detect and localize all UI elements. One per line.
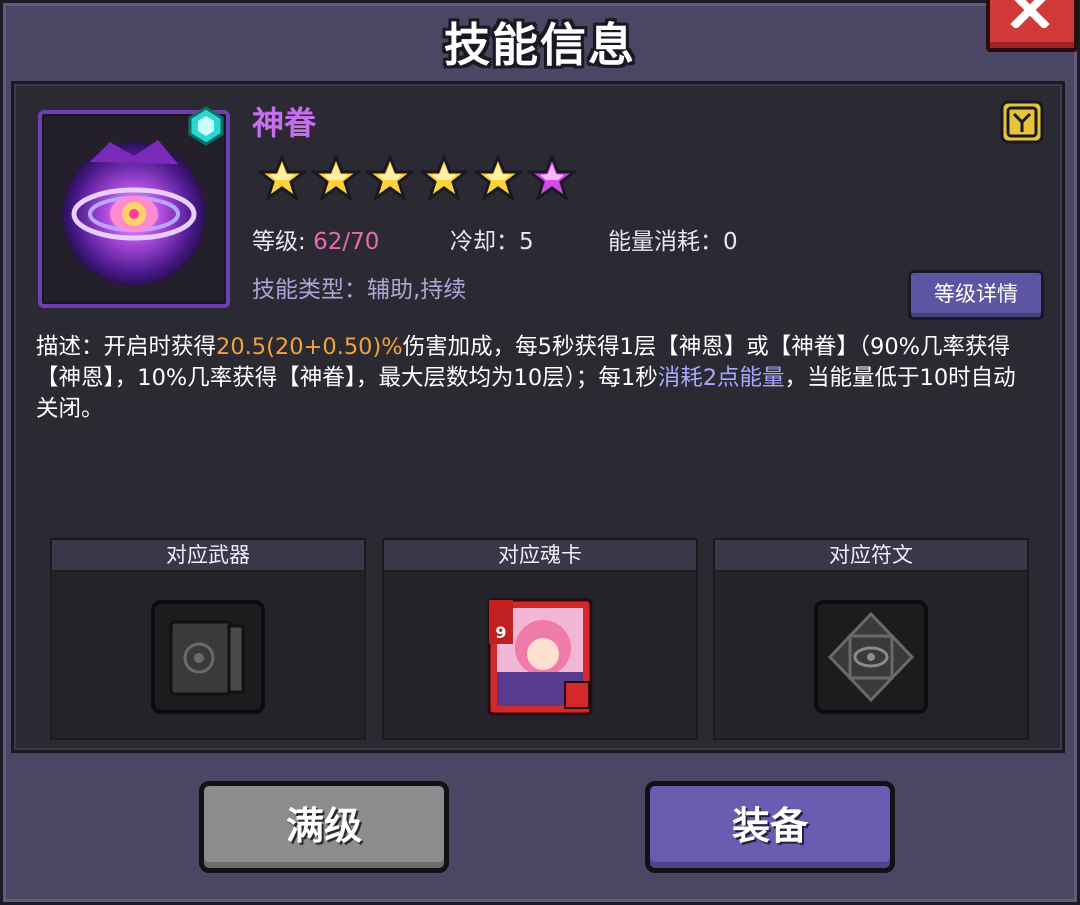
weapon-slot-title: 对应武器 [52,540,364,572]
level-detail-button[interactable]: 等级详情 [908,270,1044,320]
level-stat: 等级: 62/70 [252,222,379,256]
dialog-title: 技能信息 [444,18,636,72]
description-highlight-bonus: 20.5(20+0.50)% [216,334,403,360]
skill-description: 描述：开启时获得20.5(20+0.50)%伤害加成，每5秒获得1层【神恩】或【… [36,332,1036,425]
soul-card-slot-title: 对应魂卡 [384,540,696,572]
energy-label: 能量消耗： [608,229,723,255]
weapon-slot[interactable]: 对应武器 [50,538,366,740]
skill-info-dialog: 技能信息 神眷 等级: 62/70 冷却：5 能量消耗：0 技能类型：辅助,持续… [0,0,1080,905]
skill-type-value: 辅助,持续 [367,277,467,303]
level-label: 等级: [252,229,314,255]
description-highlight-energy: 消耗2点能量 [657,365,785,391]
description-text-1: 描述：开启时获得 [36,334,217,360]
close-icon [1010,0,1050,28]
skill-panel: 神眷 等级: 62/70 冷却：5 能量消耗：0 技能类型：辅助,持续 等级详情 [11,81,1065,753]
energy-value: 0 [723,229,738,255]
skill-orb-icon [62,140,206,286]
rune-badge-icon[interactable] [1000,100,1044,144]
cooldown-value: 5 [519,229,534,255]
skill-name: 神眷 [252,104,317,142]
equip-button[interactable]: 装备 [645,781,895,873]
gem-badge-icon [188,106,224,146]
star-gold-icon [420,154,468,202]
rune-slot-title: 对应符文 [715,540,1027,572]
star-purple-icon [528,154,576,202]
cooldown-stat: 冷却：5 [450,222,534,256]
star-gold-icon [366,154,414,202]
rune-diamond-icon [814,600,928,714]
star-gold-icon [312,154,360,202]
skill-type-label: 技能类型： [252,277,367,303]
card-icon: 9 [487,598,593,716]
star-gold-icon [258,154,306,202]
soul-card-slot[interactable]: 对应魂卡 9 [382,538,698,740]
star-gold-icon [474,154,522,202]
star-rating [258,154,576,202]
close-button[interactable] [986,0,1078,52]
level-value: 62/70 [313,229,380,255]
cooldown-label: 冷却： [450,229,519,255]
card-number: 9 [495,623,506,642]
energy-stat: 能量消耗：0 [608,222,738,256]
max-level-button[interactable]: 满级 [199,781,449,873]
book-icon [151,600,265,714]
rune-slot[interactable]: 对应符文 [713,538,1029,740]
linked-items: 对应武器 对应魂卡 9 对应符文 [50,538,1030,740]
skill-type: 技能类型：辅助,持续 [252,270,466,304]
